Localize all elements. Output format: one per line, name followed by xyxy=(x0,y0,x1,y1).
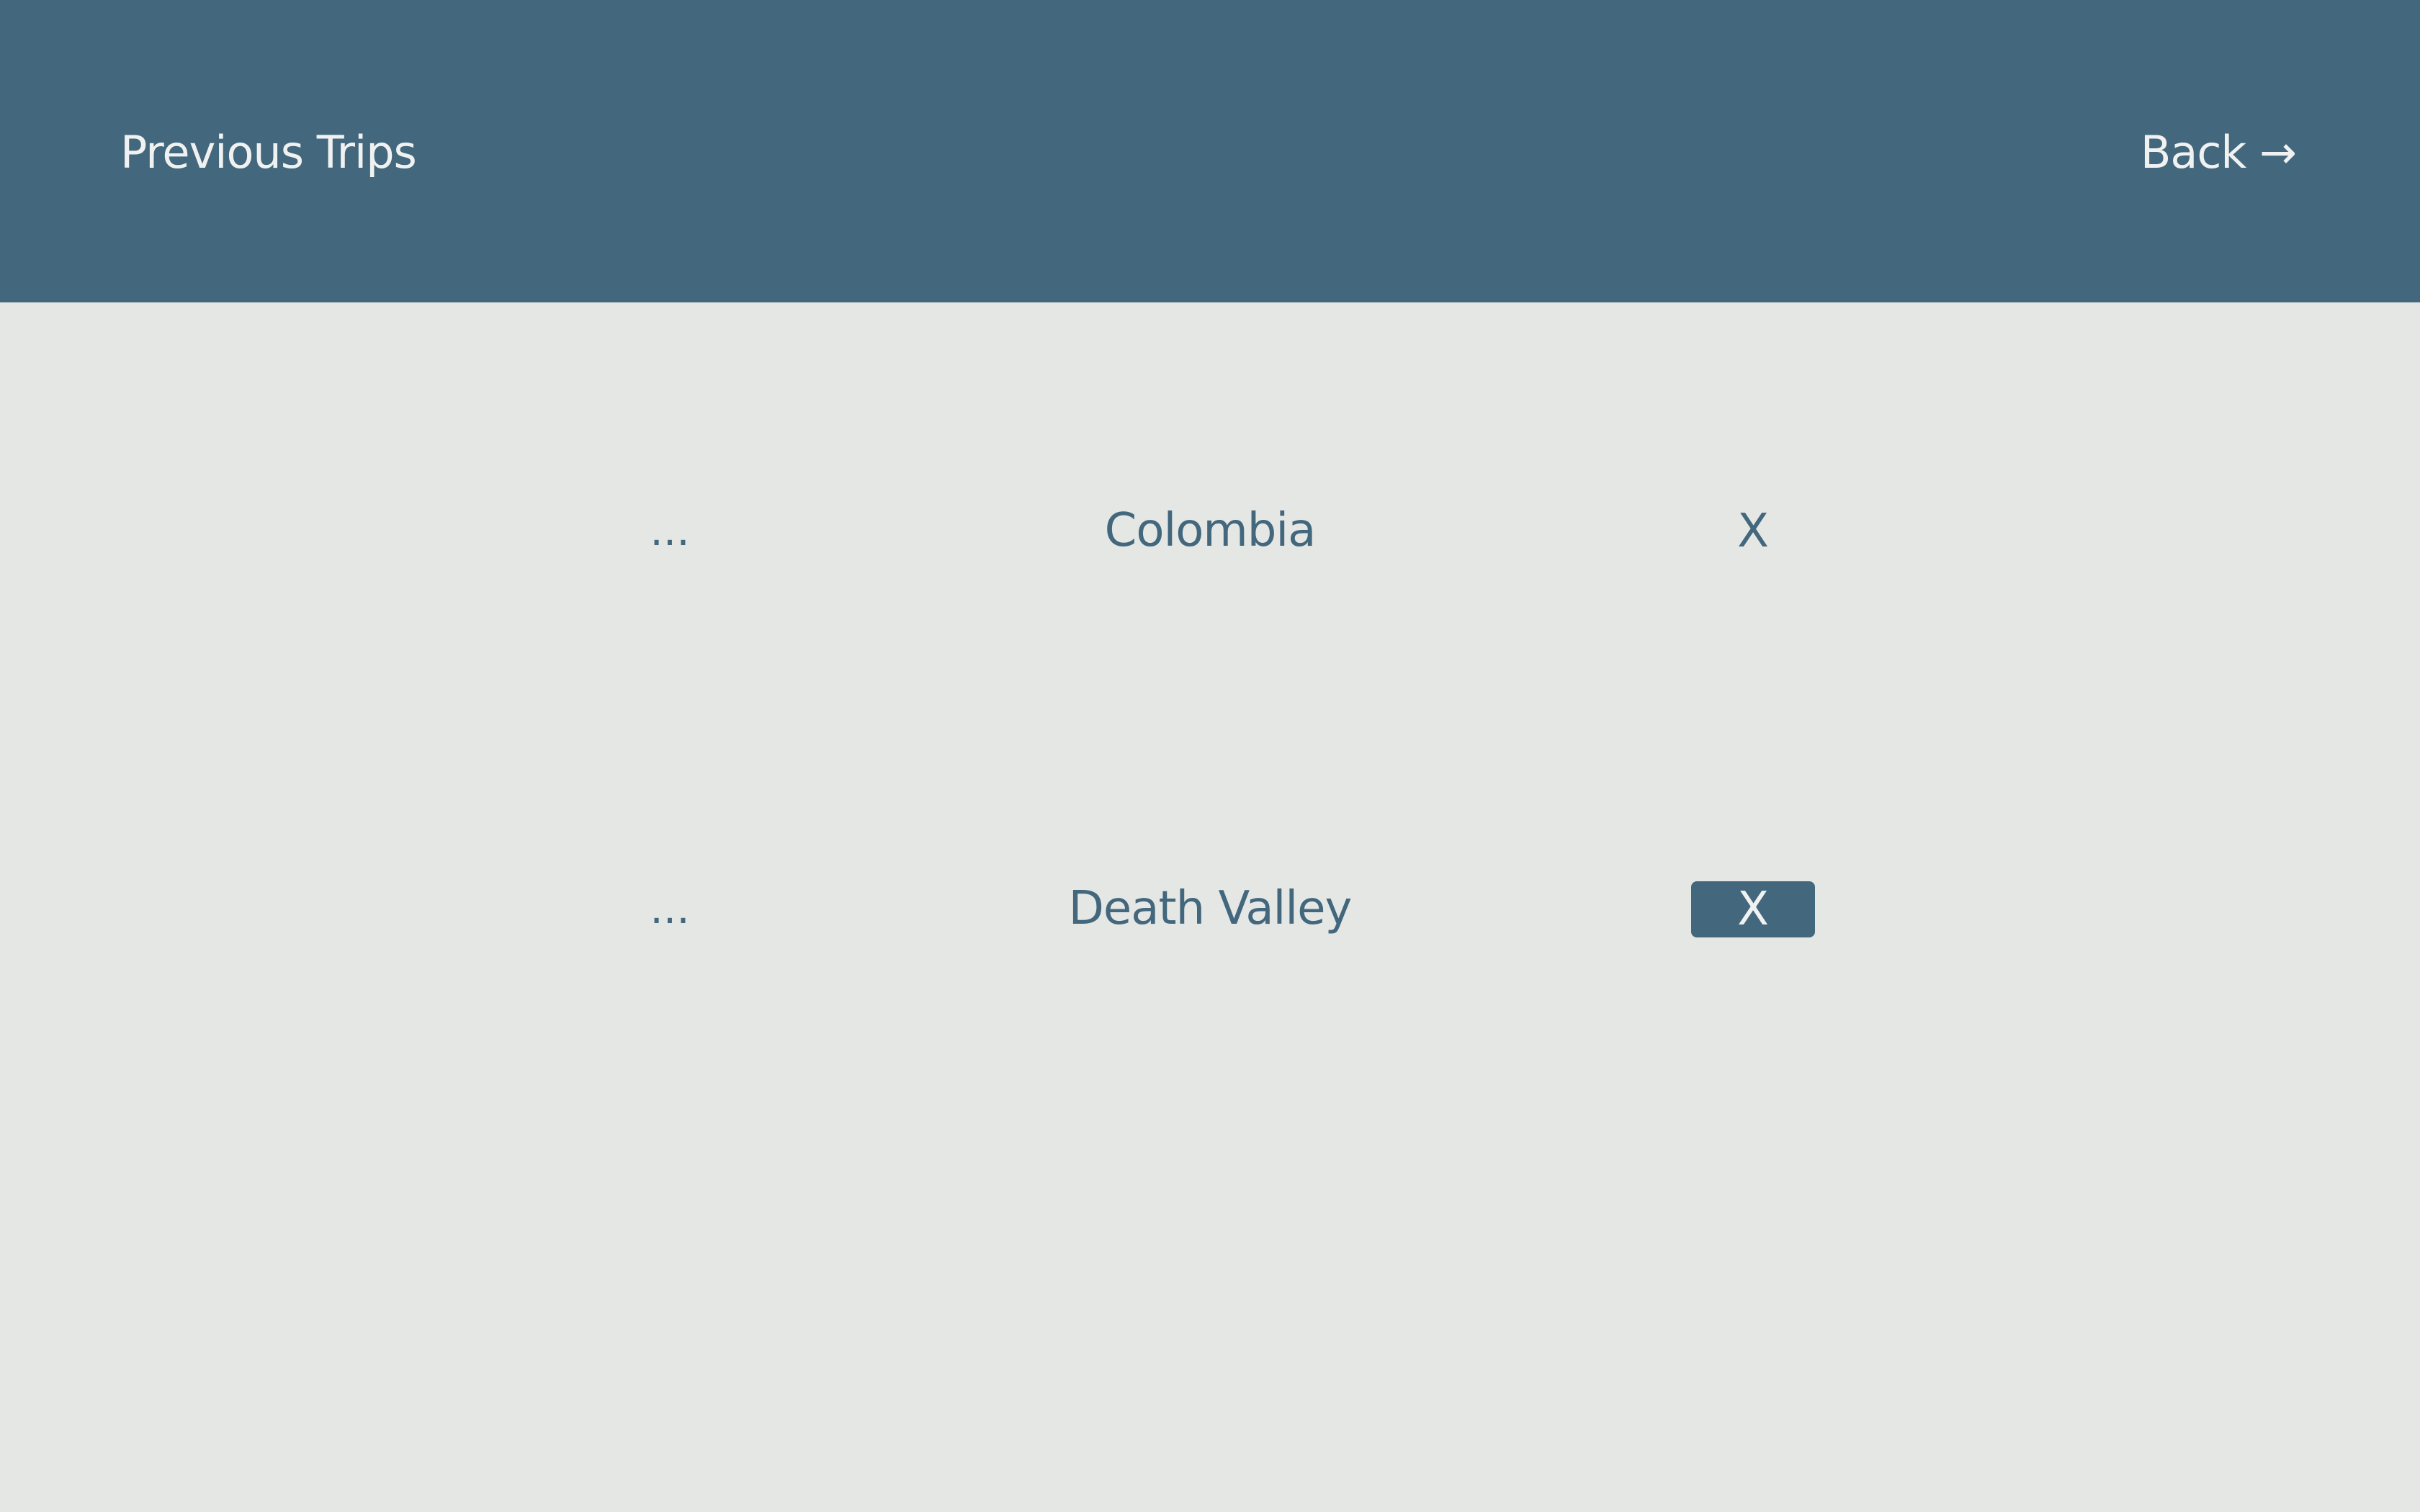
trip-row: ... Death Valley X xyxy=(0,865,2420,952)
app-header: Previous Trips Back → xyxy=(0,0,2420,302)
trip-row: ... Colombia X xyxy=(0,487,2420,574)
delete-trip-button[interactable]: X xyxy=(1691,503,1815,559)
trip-menu-button[interactable]: ... xyxy=(634,865,706,952)
back-link[interactable]: Back → xyxy=(2141,122,2297,183)
trip-menu-button[interactable]: ... xyxy=(634,487,706,574)
trip-name: Colombia xyxy=(1104,504,1317,557)
delete-trip-button[interactable]: X xyxy=(1691,881,1815,937)
trip-name: Death Valley xyxy=(1068,882,1353,935)
page-title: Previous Trips xyxy=(120,126,417,179)
